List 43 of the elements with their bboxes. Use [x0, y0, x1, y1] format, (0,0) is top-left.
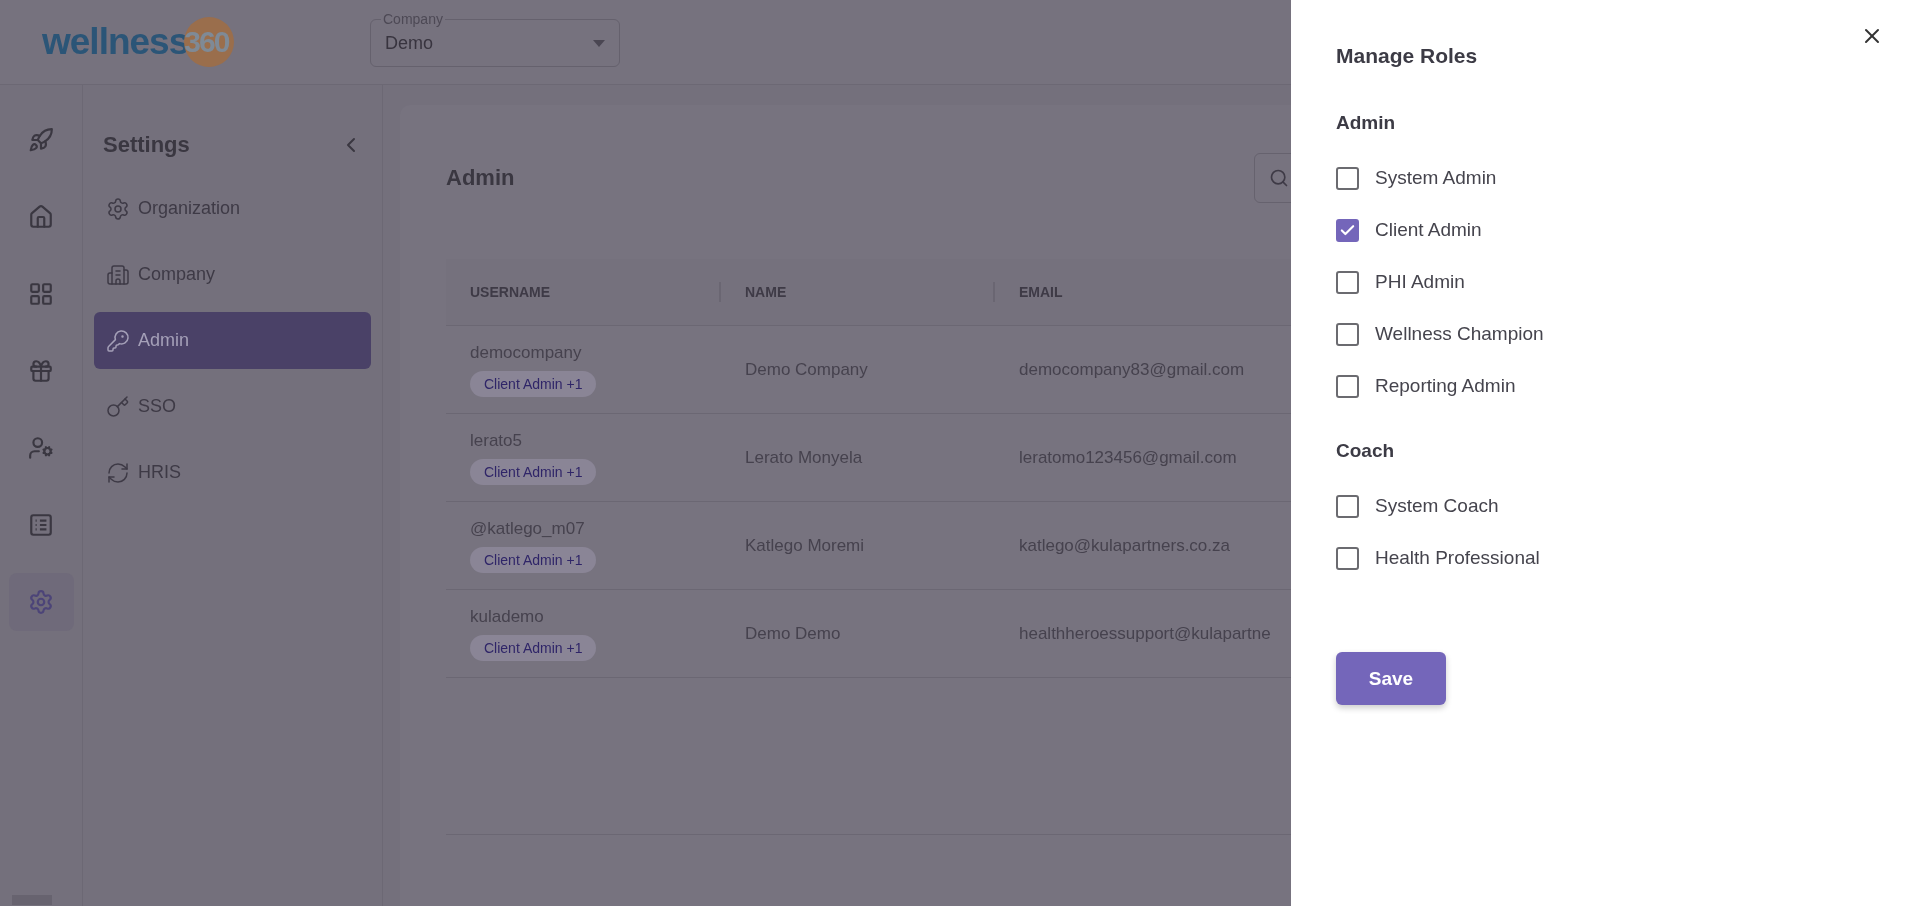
role-label: Health Professional: [1375, 547, 1540, 569]
key-icon: [106, 394, 130, 419]
group-title: Admin: [1336, 112, 1397, 134]
select-value: Demo: [385, 33, 433, 54]
checkbox[interactable]: [1336, 218, 1359, 242]
building-icon: [106, 262, 130, 287]
checkbox[interactable]: [1336, 494, 1359, 518]
settings-icon: [28, 589, 54, 615]
save-button[interactable]: Save: [1336, 652, 1446, 705]
nav-button[interactable]: [8, 573, 74, 631]
panel-title: Settings: [103, 132, 190, 158]
group-title: Coach: [1336, 440, 1396, 462]
role-label: PHI Admin: [1375, 271, 1465, 293]
checkbox[interactable]: [1336, 546, 1359, 570]
settings-menu-item[interactable]: Admin: [94, 312, 371, 369]
checkbox[interactable]: [1336, 270, 1359, 294]
search-icon: [1269, 168, 1289, 188]
checkbox[interactable]: [1336, 374, 1359, 398]
home-icon: [28, 204, 54, 230]
role-label: Wellness Champion: [1375, 323, 1544, 345]
role-tag: Client Admin +1: [470, 634, 597, 661]
gift-icon: [28, 358, 54, 384]
role-label: System Coach: [1375, 495, 1499, 517]
checkbox[interactable]: [1336, 166, 1359, 190]
drawer-title: Manage Roles: [1336, 44, 1478, 68]
role-tag: Client Admin +1: [470, 458, 597, 485]
user-settings-icon: [28, 435, 54, 461]
page-title: Admin: [446, 165, 516, 191]
checkbox[interactable]: [1336, 322, 1359, 346]
column-header: USERNAME: [470, 284, 551, 300]
sync-icon: [106, 460, 130, 485]
grid-icon: [28, 281, 54, 307]
column-header: NAME: [745, 284, 787, 300]
role-tag: Client Admin +1: [470, 546, 597, 573]
role-label: Reporting Admin: [1375, 375, 1516, 397]
list-icon: [28, 512, 54, 538]
caret-icon: [593, 40, 605, 47]
key-icon: [106, 328, 130, 353]
rocket-icon: [28, 127, 54, 153]
role-tag: Client Admin +1: [470, 370, 597, 397]
settings-icon: [106, 196, 130, 221]
role-label: Client Admin: [1375, 219, 1482, 241]
role-label: System Admin: [1375, 167, 1497, 189]
